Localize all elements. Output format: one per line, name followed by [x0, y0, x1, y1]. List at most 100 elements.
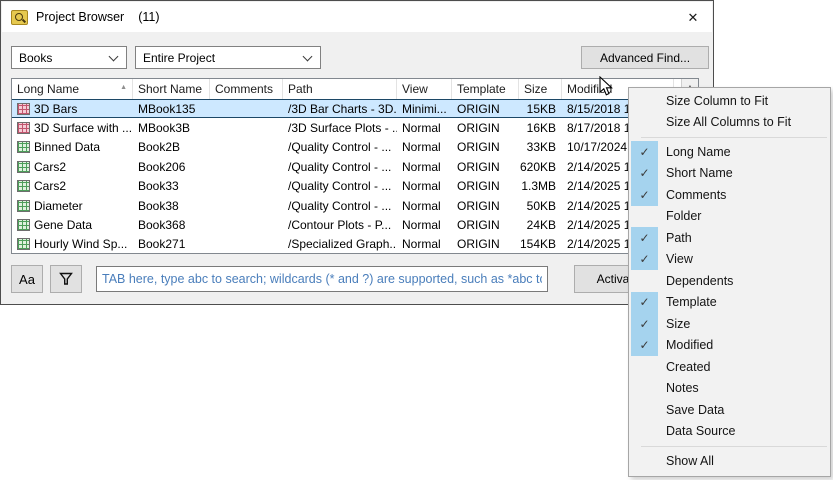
cell-short_name: Book33 — [133, 177, 210, 196]
column-header-size[interactable]: Size — [519, 79, 562, 99]
table-row-mbook135[interactable]: 3D BarsMBook135/3D Bar Charts - 3D...Min… — [12, 99, 698, 118]
menu-item-short-name[interactable]: ✓Short Name — [629, 163, 830, 185]
cell-text: Book368 — [138, 218, 185, 232]
cell-text: /Quality Control - ... — [288, 199, 391, 213]
cell-view: Normal — [397, 138, 452, 157]
cell-short_name: Book368 — [133, 215, 210, 234]
menu-item-comments[interactable]: ✓Comments — [629, 184, 830, 206]
menu-item-show-all[interactable]: Show All — [629, 450, 830, 472]
cell-view: Normal — [397, 196, 452, 215]
checked-gutter: ✓ — [631, 227, 658, 249]
worksheet-icon — [17, 200, 30, 212]
cell-path: /Contour Plots - P... — [283, 215, 397, 234]
matrix-book-icon — [17, 103, 30, 115]
check-icon: ✓ — [639, 188, 649, 202]
cell-text: 16KB — [527, 121, 556, 135]
cell-path: /3D Surface Plots - ... — [283, 118, 397, 137]
search-input[interactable] — [96, 266, 548, 292]
column-header-template[interactable]: Template — [452, 79, 519, 99]
menu-item-path[interactable]: ✓Path — [629, 227, 830, 249]
cell-text: /Specialized Graph... — [288, 237, 397, 251]
gutter — [631, 399, 658, 421]
menu-item-view[interactable]: ✓View — [629, 249, 830, 271]
cell-text: Book38 — [138, 199, 179, 213]
menu-item-size[interactable]: ✓ Size — [629, 313, 830, 335]
table-row-mbook3b[interactable]: 3D Surface with ...MBook3B/3D Surface Pl… — [12, 118, 698, 137]
menu-item-notes[interactable]: Notes — [629, 378, 830, 400]
cell-text: 50KB — [527, 199, 556, 213]
check-icon: ✓ — [639, 295, 649, 309]
cell-comments — [210, 138, 283, 157]
case-sensitive-button[interactable]: Aa — [11, 265, 43, 293]
worksheet-icon — [17, 238, 30, 250]
cell-view: Minimi... — [397, 100, 452, 117]
cell-text: /Quality Control - ... — [288, 179, 391, 193]
column-header-short-name[interactable]: Short Name — [133, 79, 210, 99]
check-icon: ✓ — [639, 338, 649, 352]
check-icon: ✓ — [639, 317, 649, 331]
check-icon: ✓ — [639, 166, 649, 180]
title-bar: Project Browser (11) ✕ — [2, 2, 712, 32]
chevron-down-icon — [109, 52, 119, 62]
cell-long_name: Cars2 — [12, 177, 133, 196]
cell-text: /3D Bar Charts - 3D... — [288, 102, 397, 116]
advanced-find-button[interactable]: Advanced Find... — [581, 46, 709, 69]
cell-long_name: Gene Data — [12, 215, 133, 234]
menu-separator — [641, 137, 827, 138]
column-header-comments[interactable]: Comments — [210, 79, 283, 99]
close-button[interactable]: ✕ — [679, 6, 707, 30]
table-row-book368[interactable]: Gene DataBook368/Contour Plots - P...Nor… — [12, 215, 698, 234]
cell-text: 620KB — [520, 160, 556, 174]
column-header-path[interactable]: Path — [283, 79, 397, 99]
cell-text: ORIGIN — [457, 121, 500, 135]
menu-item-folder[interactable]: Folder — [629, 206, 830, 228]
column-header-label: Template — [457, 82, 506, 96]
cell-text: Binned Data — [34, 140, 100, 154]
menu-item-label: Notes — [666, 381, 699, 395]
gutter — [631, 90, 658, 112]
scope-value: Entire Project — [143, 51, 215, 65]
scope-dropdown[interactable]: Entire Project — [135, 46, 321, 69]
menu-item-label: Size — [666, 317, 690, 331]
menu-item-save-data[interactable]: Save Data — [629, 399, 830, 421]
cell-size: 620KB — [519, 157, 562, 176]
worksheet-icon — [17, 180, 30, 192]
column-context-menu: Size Column to FitSize All Columns to Fi… — [628, 87, 831, 477]
cell-path: /3D Bar Charts - 3D... — [283, 100, 397, 117]
cell-path: /Quality Control - ... — [283, 157, 397, 176]
menu-item-created[interactable]: Created — [629, 356, 830, 378]
cell-comments — [210, 177, 283, 196]
column-header-long-name[interactable]: Long Name ▲ — [12, 79, 133, 99]
menu-item-label: Template — [666, 295, 717, 309]
table-row-book2b[interactable]: Binned DataBook2B/Quality Control - ...N… — [12, 138, 698, 157]
menu-item-dependents[interactable]: Dependents — [629, 270, 830, 292]
cell-text: Normal — [402, 237, 441, 251]
menu-item-label: Save Data — [666, 403, 724, 417]
menu-item-modified[interactable]: ✓Modified — [629, 335, 830, 357]
menu-item-size-all-columns-to-fit[interactable]: Size All Columns to Fit — [629, 112, 830, 134]
cell-text: 2/14/2025 17 — [567, 160, 637, 174]
cell-text: 2/14/2025 17 — [567, 237, 637, 251]
menu-item-template[interactable]: ✓ Template — [629, 292, 830, 314]
cell-template: ORIGIN — [452, 118, 519, 137]
cell-text: /Contour Plots - P... — [288, 218, 391, 232]
menu-item-size-column-to-fit[interactable]: Size Column to Fit — [629, 90, 830, 112]
cell-template: ORIGIN — [452, 196, 519, 215]
table-row-book206[interactable]: Cars2Book206/Quality Control - ...Normal… — [12, 157, 698, 176]
table-body: 3D BarsMBook135/3D Bar Charts - 3D...Min… — [12, 99, 698, 254]
cell-short_name: MBook3B — [133, 118, 210, 137]
object-type-dropdown[interactable]: Books — [11, 46, 127, 69]
cell-template: ORIGIN — [452, 100, 519, 117]
menu-item-data-source[interactable]: Data Source — [629, 421, 830, 443]
cell-path: /Quality Control - ... — [283, 196, 397, 215]
sort-asc-icon: ▲ — [120, 84, 127, 91]
table-row-book33[interactable]: Cars2Book33/Quality Control - ...NormalO… — [12, 177, 698, 196]
menu-item-long-name[interactable]: ✓Long Name — [629, 141, 830, 163]
cell-text: Minimi... — [402, 102, 447, 116]
table-row-book271[interactable]: Hourly Wind Sp...Book271/Specialized Gra… — [12, 235, 698, 254]
column-header-view[interactable]: View — [397, 79, 452, 99]
filter-button[interactable] — [50, 265, 82, 293]
column-header-label: Long Name — [17, 82, 79, 96]
cell-text: Hourly Wind Sp... — [34, 237, 127, 251]
table-row-book38[interactable]: DiameterBook38/Quality Control - ...Norm… — [12, 196, 698, 215]
